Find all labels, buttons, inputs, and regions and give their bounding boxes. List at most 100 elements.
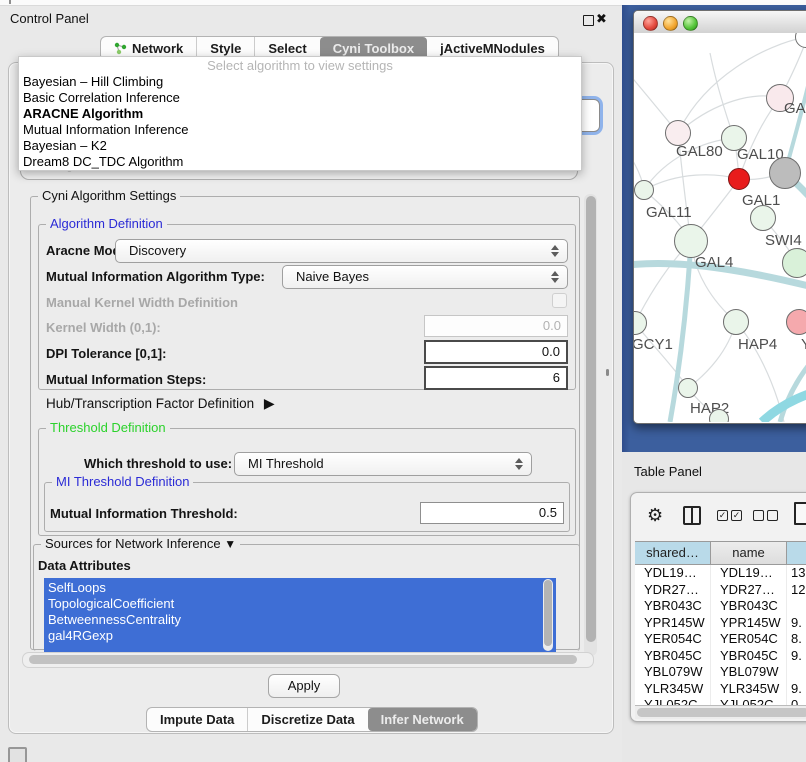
collapse-down-icon: ▼ (224, 537, 236, 551)
table-cell[interactable]: YDL19… (635, 565, 711, 582)
data-attributes-list[interactable]: SelfLoopsTopologicalCoefficientBetweenne… (44, 578, 556, 652)
table-row[interactable]: YPR145WYPR145W9. (635, 615, 806, 632)
settings-vertical-scrollbar[interactable] (584, 194, 597, 656)
table-row[interactable]: YER054CYER054C8. (635, 631, 806, 648)
close-icon[interactable]: ✖ (596, 11, 607, 27)
table-cell[interactable]: 8. (787, 631, 806, 648)
tab-label: Discretize Data (261, 708, 354, 731)
which-threshold-combo[interactable]: MI Threshold (234, 452, 532, 476)
table-cell[interactable]: 12 (787, 582, 806, 599)
table-cell[interactable]: YLR345W (635, 681, 711, 698)
attribute-item-topologicalcoefficient[interactable]: TopologicalCoefficient (44, 596, 556, 612)
table-cell[interactable]: YLR345W (711, 681, 787, 698)
table-cell[interactable]: YER054C (635, 631, 711, 648)
table-cell[interactable]: YBR043C (635, 598, 711, 615)
column-header-3[interactable] (787, 542, 806, 564)
node-table: shared…name YDL19…YDL19…13YDR27…YDR27…12… (635, 541, 806, 707)
table-cell[interactable]: YBR045C (711, 648, 787, 665)
node-gal11[interactable] (634, 180, 654, 200)
minimized-panel-icon[interactable] (8, 747, 27, 762)
sources-title: Sources for Network Inference (45, 536, 221, 551)
table-cell[interactable]: YPR145W (635, 615, 711, 632)
table-horizontal-scrollbar[interactable] (635, 705, 806, 719)
table-row[interactable]: YLR345WYLR345W9. (635, 681, 806, 698)
node-hap2[interactable] (678, 378, 698, 398)
apply-button[interactable]: Apply (268, 674, 340, 698)
node[interactable] (782, 248, 806, 278)
hub-definition-expander[interactable]: Hub/Transcription Factor Definition ▶ (46, 395, 275, 412)
table-cell[interactable]: YBR045C (635, 648, 711, 665)
network-canvas[interactable]: GALGAL80GAL10GAL11GAL1SWI4GAL4GCY1HAP4YH… (634, 33, 806, 422)
table-cell[interactable]: YDL19… (711, 565, 787, 582)
tab-discretize-data[interactable]: Discretize Data (247, 708, 367, 731)
mi-steps-field[interactable]: 6 (424, 366, 568, 390)
close-traffic-light[interactable] (643, 16, 658, 31)
attribute-item-selfloops[interactable]: SelfLoops (44, 578, 556, 596)
table-cell[interactable]: 9. (787, 681, 806, 698)
table-cell[interactable]: YDR27… (711, 582, 787, 599)
expand-right-icon: ▶ (264, 395, 275, 411)
table-cell[interactable] (787, 598, 806, 615)
table-panel-title: Table Panel (634, 464, 702, 479)
table-cell[interactable] (787, 664, 806, 681)
aracne-mode-combo[interactable]: Discovery (115, 239, 568, 263)
node-y[interactable] (786, 309, 806, 335)
attributes-list-scrollbar[interactable] (543, 579, 553, 651)
column-header-shared[interactable]: shared… (635, 542, 711, 564)
algorithm-option-basic-correlation-inference[interactable]: Basic Correlation Inference (19, 90, 581, 106)
table-cell[interactable]: YBL079W (711, 664, 787, 681)
algorithm-dropdown-placeholder: Select algorithm to view settings (19, 57, 581, 74)
table-row[interactable]: YBR045CYBR045C9. (635, 648, 806, 665)
deselect-all-columns-icon[interactable] (753, 510, 778, 521)
table-cell[interactable]: YER054C (711, 631, 787, 648)
select-all-columns-icon[interactable]: ✓✓ (717, 510, 742, 521)
node[interactable] (769, 157, 801, 189)
table-row[interactable]: YBL079WYBL079W (635, 664, 806, 681)
algorithm-option-mutual-information-inference[interactable]: Mutual Information Inference (19, 122, 581, 138)
gear-icon[interactable]: ⚙ (647, 503, 663, 527)
node-gal1[interactable] (728, 168, 750, 190)
table-cell[interactable]: 9. (787, 648, 806, 665)
table-row[interactable]: YBR043CYBR043C (635, 598, 806, 615)
network-window-titlebar[interactable] (634, 11, 806, 34)
kernel-width-field[interactable]: 0.0 (424, 315, 568, 337)
node-swi4[interactable] (750, 205, 776, 231)
zoom-traffic-light[interactable] (683, 16, 698, 31)
mi-threshold-label: Mutual Information Threshold: (50, 506, 238, 522)
node[interactable] (709, 409, 729, 422)
settings-horizontal-scrollbar[interactable] (22, 652, 594, 668)
table-cell[interactable]: YDR27… (635, 582, 711, 599)
tab-impute-data[interactable]: Impute Data (147, 708, 247, 731)
mi-threshold-field[interactable]: 0.5 (420, 502, 564, 524)
table-cell[interactable]: 13 (787, 565, 806, 582)
float-window-icon[interactable] (583, 15, 594, 26)
attribute-item-betweennesscentrality[interactable]: BetweennessCentrality (44, 612, 556, 628)
algorithm-option-bayesian-k2[interactable]: Bayesian – K2 (19, 138, 581, 154)
table-row[interactable]: YDR27…YDR27…12 (635, 582, 806, 599)
mi-type-label: Mutual Information Algorithm Type: (46, 269, 265, 285)
column-header-name[interactable]: name (711, 542, 787, 564)
tab-infer-network[interactable]: Infer Network (368, 708, 477, 731)
mi-type-combo[interactable]: Naive Bayes (282, 265, 568, 289)
table-cell[interactable]: YBR043C (711, 598, 787, 615)
algorithm-option-dream8-dc-tdc-algorithm[interactable]: Dream8 DC_TDC Algorithm (19, 154, 581, 170)
table-cell[interactable]: YPR145W (711, 615, 787, 632)
table-cell[interactable]: 9. (787, 615, 806, 632)
algorithm-option-aracne-algorithm[interactable]: ARACNE Algorithm (19, 106, 581, 122)
manual-kernel-checkbox[interactable] (552, 293, 567, 308)
dpi-tolerance-field[interactable]: 0.0 (424, 340, 568, 364)
table-cell[interactable]: YBL079W (635, 664, 711, 681)
node-gal4[interactable] (674, 224, 708, 258)
node-hap4[interactable] (723, 309, 749, 335)
algorithm-option-bayesian-hill-climbing[interactable]: Bayesian – Hill Climbing (19, 74, 581, 90)
column-view-icon[interactable] (683, 506, 701, 525)
node-label-y: Y (801, 336, 806, 353)
attribute-item-gal4rgexp[interactable]: gal4RGexp (44, 628, 556, 644)
sources-collapser[interactable]: Sources for Network Inference ▼ (41, 536, 240, 551)
panel-divider-handle[interactable] (606, 369, 609, 376)
minimize-traffic-light[interactable] (663, 16, 678, 31)
node-label-hap4: HAP4 (738, 336, 777, 353)
new-table-icon[interactable] (794, 502, 806, 525)
table-row[interactable]: YDL19…YDL19…13 (635, 565, 806, 582)
tab-label: Infer Network (381, 708, 464, 731)
